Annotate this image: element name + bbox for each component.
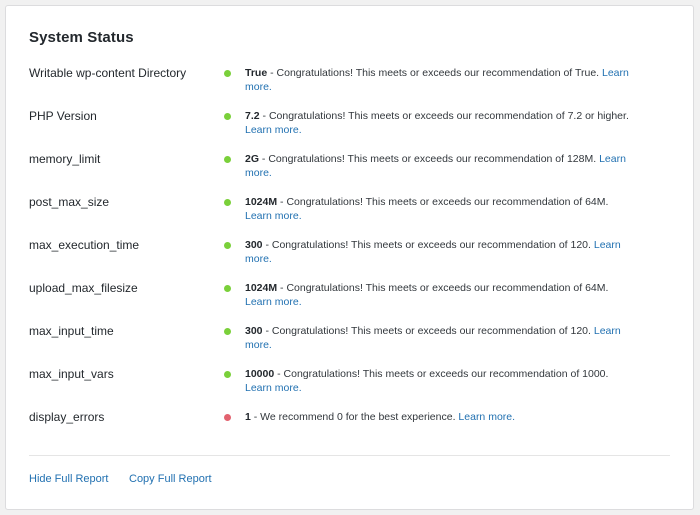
- status-row: PHP Version 7.2 - Congratulations! This …: [6, 109, 693, 149]
- status-row-value: 300: [245, 325, 263, 337]
- status-row-detail: 2G - Congratulations! This meets or exce…: [245, 152, 629, 180]
- panel-title: System Status: [29, 29, 134, 46]
- status-row-message: - Congratulations! This meets or exceeds…: [259, 153, 597, 165]
- status-row-label: Writable wp-content Directory: [29, 66, 187, 80]
- learn-more-link[interactable]: Learn more.: [458, 411, 515, 423]
- status-row-label: display_errors: [29, 410, 105, 424]
- status-row: max_input_time 300 - Congratulations! Th…: [6, 324, 693, 364]
- status-row-value: 10000: [245, 368, 275, 380]
- status-row-message: - Congratulations! This meets or exceeds…: [274, 368, 609, 380]
- status-row-value: 2G: [245, 153, 260, 165]
- status-row: display_errors 1 - We recommend 0 for th…: [6, 410, 693, 450]
- status-dot-ok-icon: [224, 113, 231, 120]
- status-row-label: PHP Version: [29, 109, 97, 123]
- status-row-value: 1024M: [245, 282, 278, 294]
- status-row-label: memory_limit: [29, 152, 101, 166]
- status-row-message: - Congratulations! This meets or exceeds…: [262, 239, 591, 251]
- status-row-detail: 1024M - Congratulations! This meets or e…: [245, 281, 629, 309]
- status-row-message: - Congratulations! This meets or exceeds…: [277, 196, 609, 208]
- status-dot-ok-icon: [224, 328, 231, 335]
- status-row-value: 300: [245, 239, 263, 251]
- status-row-message: - Congratulations! This meets or exceeds…: [262, 325, 591, 337]
- status-row-label: post_max_size: [29, 195, 110, 209]
- status-row-message: - Congratulations! This meets or exceeds…: [267, 67, 600, 79]
- status-dot-warning-icon: [224, 414, 231, 421]
- status-row-label: max_input_time: [29, 324, 114, 338]
- learn-more-link[interactable]: Learn more.: [245, 210, 302, 222]
- status-row-value: True: [245, 67, 268, 79]
- status-row-message: - Congratulations! This meets or exceeds…: [259, 110, 629, 122]
- status-row-message: - We recommend 0 for the best experience…: [250, 411, 456, 423]
- footer-divider: [29, 455, 670, 456]
- status-row: memory_limit 2G - Congratulations! This …: [6, 152, 693, 192]
- status-dot-ok-icon: [224, 70, 231, 77]
- status-dot-ok-icon: [224, 371, 231, 378]
- status-row-detail: 1024M - Congratulations! This meets or e…: [245, 195, 629, 223]
- status-dot-ok-icon: [224, 285, 231, 292]
- status-row-label: max_execution_time: [29, 238, 140, 252]
- status-dot-ok-icon: [224, 199, 231, 206]
- status-row: max_input_vars 10000 - Congratulations! …: [6, 367, 693, 407]
- status-row: upload_max_filesize 1024M - Congratulati…: [6, 281, 693, 321]
- status-row-detail: True - Congratulations! This meets or ex…: [245, 66, 629, 94]
- system-status-panel: System Status Writable wp-content Direct…: [5, 5, 694, 510]
- status-row-value: 1024M: [245, 196, 278, 208]
- hide-full-report-link[interactable]: Hide Full Report: [29, 473, 108, 485]
- learn-more-link[interactable]: Learn more.: [245, 124, 302, 136]
- status-row-detail: 300 - Congratulations! This meets or exc…: [245, 238, 629, 266]
- status-row: max_execution_time 300 - Congratulations…: [6, 238, 693, 278]
- status-dot-ok-icon: [224, 242, 231, 249]
- status-row-message: - Congratulations! This meets or exceeds…: [277, 282, 609, 294]
- status-row-detail: 300 - Congratulations! This meets or exc…: [245, 324, 629, 352]
- status-row-detail: 1 - We recommend 0 for the best experien…: [245, 410, 629, 424]
- status-row-label: max_input_vars: [29, 367, 114, 381]
- status-row: Writable wp-content Directory True - Con…: [6, 66, 693, 106]
- learn-more-link[interactable]: Learn more.: [245, 296, 302, 308]
- status-row: post_max_size 1024M - Congratulations! T…: [6, 195, 693, 235]
- status-row-detail: 7.2 - Congratulations! This meets or exc…: [245, 109, 629, 137]
- copy-full-report-link[interactable]: Copy Full Report: [129, 473, 212, 485]
- learn-more-link[interactable]: Learn more.: [245, 382, 302, 394]
- status-row-label: upload_max_filesize: [29, 281, 138, 295]
- status-dot-ok-icon: [224, 156, 231, 163]
- status-row-detail: 10000 - Congratulations! This meets or e…: [245, 367, 629, 395]
- status-row-value: 7.2: [245, 110, 260, 122]
